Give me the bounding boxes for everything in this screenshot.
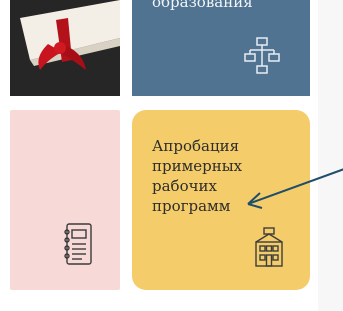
diploma-tile[interactable] <box>10 0 120 96</box>
org-chart-icon <box>244 37 280 74</box>
arrow-icon <box>247 168 343 209</box>
tile-title-education: образования <box>152 0 253 11</box>
diploma-scroll-image <box>10 0 120 96</box>
page-right-margin <box>318 0 343 311</box>
building-icon <box>255 227 283 267</box>
education-tile[interactable]: образования <box>132 0 310 96</box>
notebook-icon <box>64 223 92 265</box>
pink-tile[interactable] <box>10 110 120 290</box>
